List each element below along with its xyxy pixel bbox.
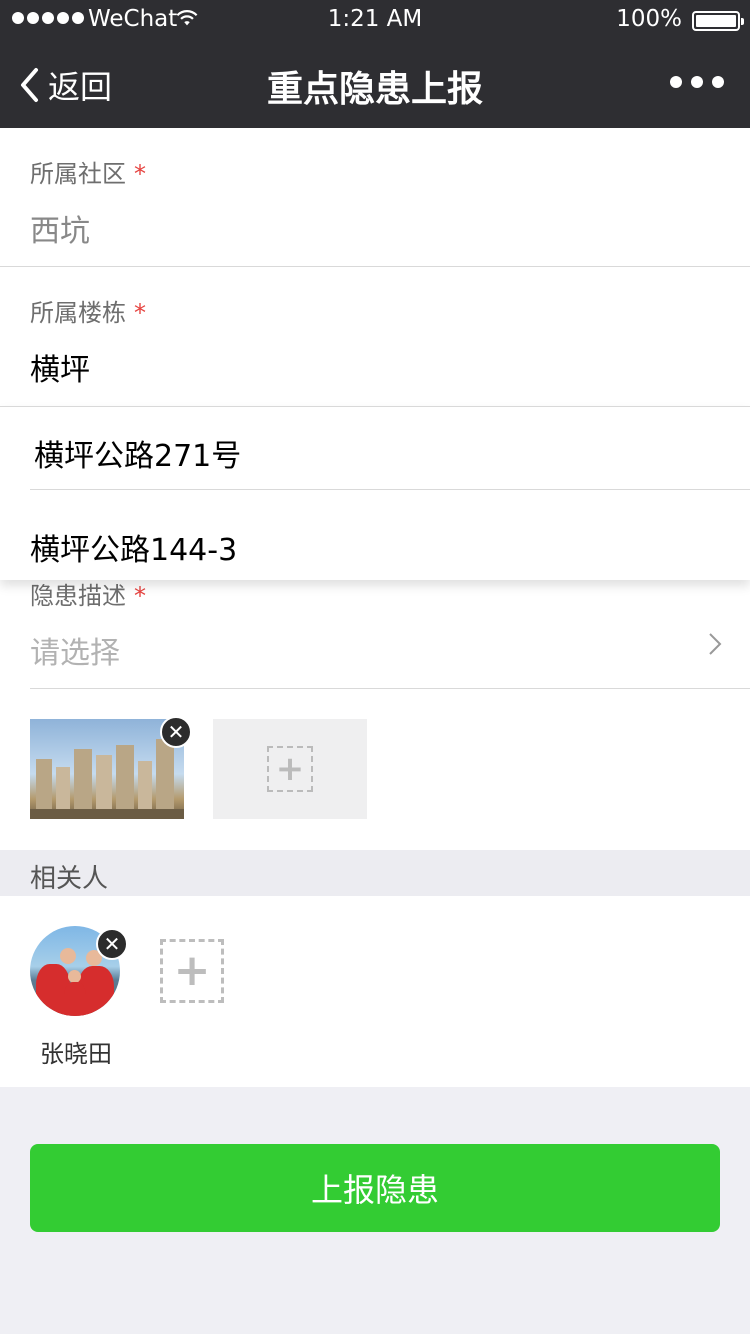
battery-icon <box>692 11 744 31</box>
add-person-button[interactable]: + <box>160 939 224 1003</box>
community-value: 西坑 <box>30 214 90 249</box>
plus-icon: + <box>173 945 211 996</box>
top-bar: WeChat 1:21 AM 100% 返回 重点隐患上报 <box>0 0 750 128</box>
divider <box>30 688 750 689</box>
description-label: 隐患描述 * <box>30 582 146 610</box>
description-field[interactable]: 隐患描述 * 请选择 <box>0 568 750 688</box>
building-field[interactable]: 所属楼栋 * 横坪 <box>0 267 750 406</box>
required-mark: * <box>134 299 146 327</box>
remove-photo-button[interactable]: ✕ <box>160 716 192 748</box>
suggestion-option[interactable]: 横坪公路144-3 <box>0 493 750 579</box>
related-people-header: 相关人 <box>0 850 750 896</box>
navigation-bar: 返回 重点隐患上报 <box>0 40 750 128</box>
chevron-left-icon <box>21 68 38 102</box>
submit-report-button[interactable]: 上报隐患 <box>30 1144 720 1232</box>
remove-person-button[interactable]: ✕ <box>96 928 128 960</box>
battery-percentage: 100% <box>616 6 682 32</box>
plus-icon: + <box>267 746 313 792</box>
back-label: 返回 <box>48 68 113 106</box>
community-label: 所属社区 * <box>30 160 146 188</box>
suggestion-option[interactable]: 横坪公路271号 <box>0 407 750 493</box>
community-field[interactable]: 所属社区 * 西坑 <box>0 128 750 266</box>
building-input[interactable]: 横坪 <box>30 345 90 389</box>
close-icon: ✕ <box>103 932 121 956</box>
close-icon: ✕ <box>167 720 185 744</box>
chevron-right-icon <box>709 633 722 655</box>
building-suggestions-dropdown: 横坪公路271号 横坪公路144-3 <box>0 406 750 580</box>
description-placeholder: 请选择 <box>30 636 120 671</box>
building-label: 所属楼栋 * <box>30 299 146 327</box>
more-menu-button[interactable] <box>670 76 724 88</box>
back-button[interactable]: 返回 <box>18 62 112 108</box>
add-photo-button[interactable]: + <box>213 719 367 819</box>
status-bar: WeChat 1:21 AM 100% <box>0 0 750 40</box>
person-name: 张晓田 <box>40 1040 112 1068</box>
divider <box>30 489 750 490</box>
page-title: 重点隐患上报 <box>266 69 483 110</box>
required-mark: * <box>134 582 146 610</box>
required-mark: * <box>134 160 146 188</box>
